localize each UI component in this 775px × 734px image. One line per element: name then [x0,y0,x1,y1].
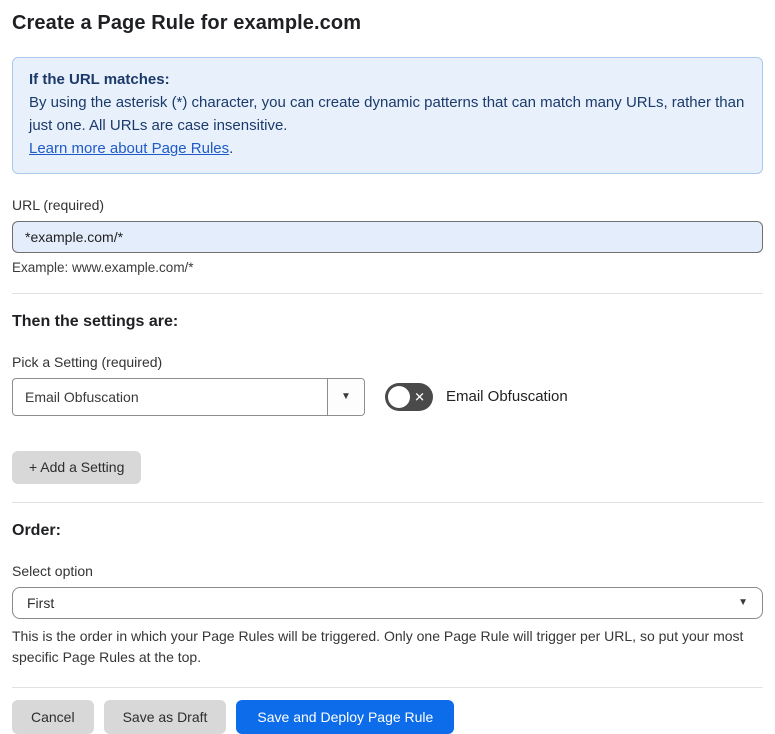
setting-row: Email Obfuscation ▼ ✕ Email Obfuscation [12,377,763,416]
page-title: Create a Page Rule for example.com [12,12,362,34]
info-box-link-line: Learn more about Page Rules. [29,138,746,161]
divider [12,501,763,503]
toggle-label: Email Obfuscation [446,388,568,406]
setting-picker-dropdown[interactable]: Email Obfuscation ▼ [12,377,365,416]
divider [12,687,763,689]
info-box-body: By using the asterisk (*) character, you… [29,93,745,134]
order-select[interactable]: First ▼ [12,586,763,619]
chevron-down-icon: ▼ [341,390,351,402]
info-box-heading: If the URL matches: [29,71,170,88]
cancel-button[interactable]: Cancel [12,700,94,734]
url-field-label: URL (required) [12,196,105,213]
toggle-knob [388,385,410,408]
toggle-off-x-icon: ✕ [414,389,425,405]
learn-more-link[interactable]: Learn more about Page Rules [29,140,229,157]
order-select-label: Select option [12,562,93,579]
order-select-value: First [27,594,55,611]
settings-section-heading: Then the settings are: [12,312,179,330]
url-match-info-box: If the URL matches: By using the asteris… [12,57,763,174]
order-helper-text: This is the order in which your Page Rul… [12,627,744,666]
link-suffix: . [229,139,234,157]
footer-actions: Cancel Save as Draft Save and Deploy Pag… [12,700,763,734]
url-example-helper: Example: www.example.com/* [12,259,194,275]
email-obfuscation-toggle[interactable]: ✕ [385,382,433,411]
divider [12,292,763,294]
chevron-down-icon: ▼ [738,596,748,608]
page-rule-form: Create a Page Rule for example.com If th… [0,0,775,734]
add-setting-button[interactable]: + Add a Setting [12,450,142,484]
email-obfuscation-toggle-group: ✕ Email Obfuscation [385,382,568,411]
pick-setting-label: Pick a Setting (required) [12,353,163,370]
url-input[interactable] [12,220,763,253]
order-section-heading: Order: [12,521,61,539]
setting-picker-arrow-button[interactable]: ▼ [327,378,364,415]
save-and-deploy-button[interactable]: Save and Deploy Page Rule [236,700,455,734]
save-as-draft-button[interactable]: Save as Draft [103,700,227,734]
setting-picker-value: Email Obfuscation [25,388,139,405]
